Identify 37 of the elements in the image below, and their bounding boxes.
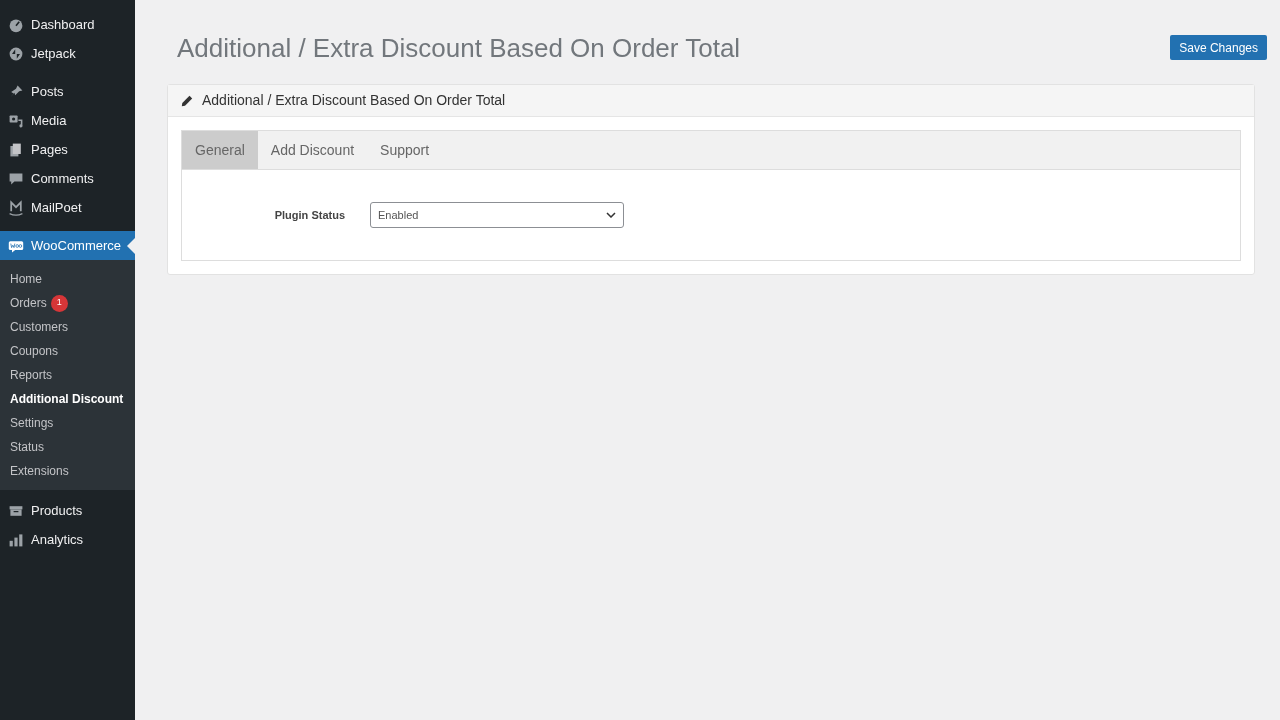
sidebar-item[interactable]: Analytics [0, 525, 135, 554]
pages-icon [8, 141, 24, 158]
sidebar-item[interactable]: Posts [0, 77, 135, 106]
submenu-item[interactable]: Orders 1 [0, 291, 135, 315]
card-title: Additional / Extra Discount Based On Order Total [202, 91, 506, 110]
submenu-item[interactable]: Customers [0, 315, 135, 339]
submenu-item[interactable]: Reports [0, 363, 135, 387]
tab[interactable]: Add Discount [257, 131, 368, 169]
save-changes-button[interactable]: Save Changes [1170, 35, 1267, 60]
gauge-icon [8, 16, 24, 33]
sidebar-item[interactable]: WooCommerce [0, 231, 135, 260]
submenu-item[interactable]: Extensions [0, 459, 135, 483]
submenu-item[interactable]: Status [0, 435, 135, 459]
bolt-circle-icon [8, 45, 24, 62]
submenu-item[interactable]: Coupons [0, 339, 135, 363]
sidebar-item[interactable]: Media [0, 106, 135, 135]
speech-bubble-icon [8, 170, 24, 187]
bar-chart-icon [8, 531, 24, 548]
sidebar-item[interactable]: Products [0, 496, 135, 525]
sidebar-item[interactable]: Comments [0, 164, 135, 193]
pencil-icon [181, 94, 193, 107]
status-dropdown[interactable]: Enabled [370, 202, 624, 228]
tab[interactable]: General [182, 131, 258, 169]
count-badge: 1 [50, 294, 68, 312]
sidebar-item[interactable]: Jetpack [0, 39, 135, 68]
tab[interactable]: Support [367, 131, 443, 169]
sidebar-item[interactable]: Dashboard [0, 10, 135, 39]
letter-m-icon [8, 199, 24, 216]
sidebar-item[interactable]: MailPoet [0, 193, 135, 222]
page-title: Additional / Extra Discount Based On Order Total [177, 32, 741, 65]
submenu-item[interactable]: Additional Discount [0, 387, 135, 411]
submenu-item[interactable]: Settings [0, 411, 135, 435]
camera-music-icon [8, 112, 24, 129]
submenu-item[interactable]: Home [0, 267, 135, 291]
chevron-down-icon [606, 212, 616, 218]
field-label: Plugin Status [273, 207, 345, 223]
sidebar-item[interactable]: Pages [0, 135, 135, 164]
